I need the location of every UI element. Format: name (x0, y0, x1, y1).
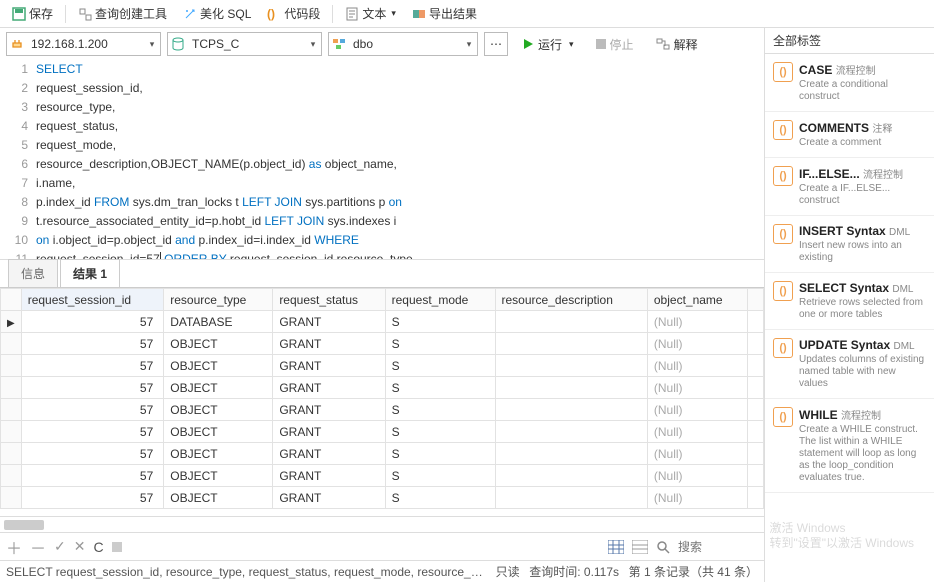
play-icon (522, 38, 534, 50)
schema-combo[interactable]: dbo ▾ (328, 32, 478, 56)
apply-button[interactable]: ✓ (54, 538, 66, 555)
col-header[interactable]: request_session_id (21, 289, 164, 311)
grid-view-button[interactable] (608, 540, 624, 554)
snippet-item[interactable]: () CASE 流程控制 Create a conditional constr… (765, 54, 934, 112)
table-row[interactable]: 57OBJECTGRANTS (Null) (1, 421, 764, 443)
table-row[interactable]: 57OBJECTGRANTS (Null) (1, 333, 764, 355)
grid-icon (608, 540, 624, 554)
search-icon[interactable] (656, 540, 670, 554)
braces-icon: () (773, 120, 793, 140)
stop-fetch-button[interactable] (112, 542, 122, 552)
snippet-item[interactable]: () WHILE 流程控制 Create a WHILE construct. … (765, 399, 934, 493)
beautify-button[interactable]: 美化 SQL (177, 3, 257, 24)
status-sql: SELECT request_session_id, resource_type… (6, 565, 486, 579)
magic-icon (183, 7, 197, 21)
table-row[interactable]: 57OBJECTGRANTS (Null) (1, 399, 764, 421)
col-header[interactable]: resource_type (164, 289, 273, 311)
host-combo[interactable]: 192.168.1.200 ▾ (6, 32, 161, 56)
line-gutter: 1234567891011 (0, 60, 36, 259)
save-button[interactable]: 保存 (6, 3, 59, 24)
add-row-button[interactable]: ＋ (6, 535, 22, 559)
doc-icon (345, 7, 359, 21)
braces-icon: () (773, 166, 793, 186)
table-row[interactable]: 57OBJECTGRANTS (Null) (1, 465, 764, 487)
braces-icon: () (773, 407, 793, 427)
database-icon (170, 36, 186, 52)
export-button[interactable]: 导出结果 (406, 3, 483, 24)
tab-result-1[interactable]: 结果 1 (60, 259, 120, 287)
table-row[interactable]: 57OBJECTGRANTS (Null) (1, 487, 764, 509)
status-bar: SELECT request_session_id, resource_type… (0, 560, 764, 582)
col-header[interactable]: request_mode (385, 289, 495, 311)
table-row[interactable]: 57OBJECTGRANTS (Null) (1, 355, 764, 377)
stop-button[interactable]: 停止 (588, 33, 642, 56)
status-records: 第 1 条记录（共 41 条） (629, 563, 758, 580)
top-toolbar: 保存 查询创建工具 美化 SQL () 代码段 文本▾ 导出结果 (0, 0, 934, 28)
tools-icon (78, 7, 92, 21)
connection-bar: 192.168.1.200 ▾ TCPS_C ▾ dbo ▾ ⋯ 运行▾ 停止 (0, 28, 764, 60)
snippets-panel: 全部标签 () CASE 流程控制 Create a conditional c… (764, 28, 934, 582)
search-input[interactable] (678, 540, 758, 554)
braces-icon: () (773, 338, 793, 358)
plug-icon (9, 36, 25, 52)
stop-icon (596, 39, 606, 49)
table-row[interactable]: 57OBJECTGRANTS (Null) (1, 377, 764, 399)
grid-toolbar: ＋ － ✓ ✕ C (0, 532, 764, 560)
result-grid[interactable]: request_session_idresource_typerequest_s… (0, 288, 764, 509)
col-header[interactable]: object_name (647, 289, 747, 311)
sql-editor[interactable]: 1234567891011 SELECTrequest_session_id,r… (0, 60, 764, 260)
braces-icon: () (773, 62, 793, 82)
form-icon (632, 540, 648, 554)
status-readonly: 只读 (496, 563, 520, 580)
status-time: 查询时间: 0.117s (529, 563, 619, 580)
delete-row-button[interactable]: － (30, 535, 46, 559)
text-button[interactable]: 文本▾ (339, 3, 402, 24)
braces-icon: () (267, 7, 281, 21)
cancel-button[interactable]: ✕ (74, 538, 86, 555)
table-row[interactable]: 57OBJECTGRANTS (Null) (1, 443, 764, 465)
table-row[interactable]: ▶ 57DATABASEGRANTS (Null) (1, 311, 764, 333)
snippet-item[interactable]: () IF...ELSE... 流程控制 Create a IF...ELSE.… (765, 158, 934, 216)
schema-options-button[interactable]: ⋯ (484, 32, 508, 56)
h-scrollbar[interactable] (0, 516, 764, 532)
refresh-button[interactable]: C (94, 539, 104, 555)
snippet-item[interactable]: () UPDATE Syntax DML Updates columns of … (765, 330, 934, 399)
run-button[interactable]: 运行▾ (514, 33, 582, 56)
form-view-button[interactable] (632, 540, 648, 554)
schema-icon (331, 36, 347, 52)
query-builder-button[interactable]: 查询创建工具 (72, 3, 173, 24)
col-header[interactable]: resource_description (495, 289, 647, 311)
braces-icon: () (773, 281, 793, 301)
result-tabs: 信息 结果 1 (0, 260, 764, 288)
svg-text:(): () (267, 7, 275, 21)
snippet-item[interactable]: () SELECT Syntax DML Retrieve rows selec… (765, 273, 934, 330)
snippets-title[interactable]: 全部标签 (765, 28, 934, 54)
explain-button[interactable]: 解释 (648, 33, 706, 56)
database-combo[interactable]: TCPS_C ▾ (167, 32, 322, 56)
result-grid-wrap: request_session_idresource_typerequest_s… (0, 288, 764, 516)
braces-icon: () (773, 224, 793, 244)
code-segment-button[interactable]: () 代码段 (261, 3, 326, 24)
snippet-item[interactable]: () INSERT Syntax DML Insert new rows int… (765, 216, 934, 273)
snippet-item[interactable]: () COMMENTS 注释 Create a comment (765, 112, 934, 158)
explain-icon (656, 38, 670, 50)
col-header[interactable]: request_status (273, 289, 385, 311)
save-icon (12, 7, 26, 21)
export-icon (412, 7, 426, 21)
tab-info[interactable]: 信息 (8, 259, 58, 287)
